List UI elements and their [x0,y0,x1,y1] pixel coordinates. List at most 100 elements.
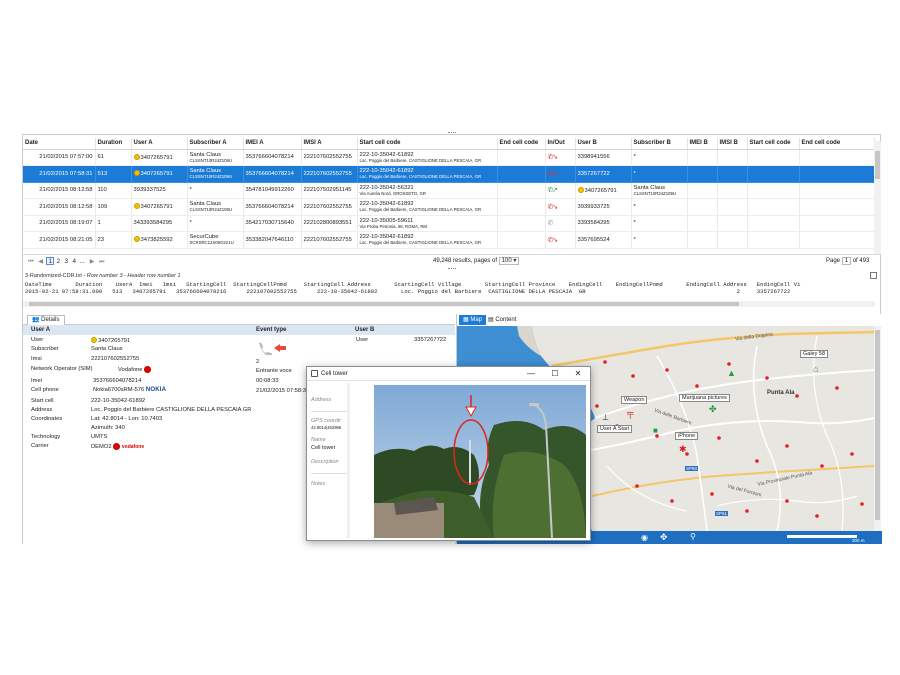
maximize-button[interactable]: ☐ [548,369,562,378]
raw-horizontal-scrollbar[interactable] [23,301,875,307]
table-row[interactable]: 21/02/2015 07:58:31 513 3407265791 Santa Cl… [23,165,875,183]
scale-label: 300 m [852,538,865,543]
page-number[interactable]: ... [78,258,86,266]
column-header[interactable]: In/Out [545,138,576,150]
first-page-icon[interactable]: ⏮ [27,258,35,266]
event-value-1: 2 [256,359,260,365]
field-label-address: Address [311,397,332,403]
tab-content[interactable]: ▤ Content [484,315,520,325]
cell-subscriber-b: * [631,165,688,183]
pin-house-icon[interactable]: ⌂ [813,364,818,374]
splitter-grip[interactable] [448,132,456,134]
cell-start-cell-b [747,165,800,183]
cell-end-cell [497,165,546,183]
page-size-select[interactable]: 100 ▾ [498,257,520,265]
cell-user-a: 343393584295 [131,215,188,232]
raw-record-title: 3-Randomized-CDR.txt - Row number 3 - He… [25,273,181,279]
eye-icon[interactable]: ◉ [641,533,648,542]
person-icon[interactable]: ✱ [679,444,687,455]
zoom-icon[interactable]: ⚲ [690,532,696,541]
splitter-grip-2[interactable] [448,268,456,270]
minimize-button[interactable]: — [524,369,538,378]
cell-subscriber-a: Santa Claus CLSSNT10R24Z109U [187,149,244,166]
cell-duration: 110 [95,182,132,199]
grid-vertical-scrollbar[interactable] [874,141,881,254]
cell-user-a: 3939337525 [131,182,188,199]
field-gps-value[interactable]: 42.8014|462985 [311,425,341,430]
vodafone-logo-icon [113,443,121,450]
cell-end-cell [497,215,546,232]
table-row[interactable]: 21/02/2015 08:21:05 23 3473825592 SecurCube… [23,231,875,249]
results-text: 49,248 results, pages of [433,258,498,264]
table-row[interactable]: 21/02/2015 08:12:58 110 3939337525 * 3547810… [23,182,875,199]
expand-icon[interactable] [870,272,877,279]
cell-imei-b [687,182,718,199]
column-header[interactable]: IMEI B [687,138,718,150]
grid-body: 21/02/2015 07:57:00 61 3407265791 Santa Cla… [23,149,875,249]
map-label-weapon[interactable]: Weapon [621,396,648,404]
page-of-text: of 493 [852,258,870,264]
cell-imei-b [687,149,718,166]
page-number[interactable]: 2 [54,258,62,266]
column-header[interactable]: Start cell code [357,138,498,150]
cell-imsi-a: 222107602552755 [301,165,358,183]
table-row[interactable]: 21/02/2015 08:12:58 109 3407265791 Santa Cl… [23,198,875,216]
detail-label: Imsi [31,356,42,362]
pin-green-icon[interactable]: ▲ [727,368,736,378]
map-label-iphone[interactable]: iPhone [675,432,699,440]
prev-page-icon[interactable]: ◀ [37,258,45,266]
cell-imsi-b [717,149,748,166]
detail-label: Network Operator (SIM) [31,366,93,372]
detail-label: User [31,337,44,343]
detail-label: Subscriber [31,346,59,352]
tab-map[interactable]: ▦ Map [459,315,487,325]
cell-duration: 23 [95,231,132,249]
column-header[interactable]: IMSI B [717,138,748,150]
next-page-icon[interactable]: ▶ [88,258,96,266]
car-icon[interactable]: ■ [653,426,658,435]
gun-icon[interactable]: ╤ [627,408,633,418]
leaf-icon[interactable]: ✤ [709,404,717,415]
map-label-galey[interactable]: Galey 58 [800,350,829,358]
pan-icon[interactable]: ✥ [660,532,668,543]
column-header[interactable]: End cell code [799,138,875,150]
field-name-value[interactable]: Cell tower [311,445,335,451]
cell-imei-a: 354217030715640 [243,215,302,232]
cell-imei-a: 354781049912260 [243,182,302,199]
map-label-user-a-start[interactable]: User A Start [597,425,633,433]
column-header[interactable]: IMSI A [301,138,358,150]
close-button[interactable]: ✕ [571,369,585,378]
cell-imsi-b [717,198,748,216]
map-label-marijuana[interactable]: Marijuana pictures [679,394,730,402]
detail-value: Azimuth: 340 [91,425,125,431]
cell-start-cell: 222-10-35042-61892 Loc. Poggio del Barbie… [357,231,498,249]
window-titlebar[interactable]: Cell tower — ☐ ✕ [307,367,590,381]
cell-duration: 1 [95,215,132,232]
column-header[interactable]: Start cell code [747,138,800,150]
column-header[interactable]: Subscriber B [631,138,688,150]
column-header[interactable]: Duration [95,138,132,150]
column-header[interactable]: End cell code [497,138,546,150]
sim-icon [133,153,140,160]
column-header[interactable]: Date [23,138,96,150]
field-description-line[interactable] [311,473,347,474]
page-number[interactable]: 4 [70,258,78,266]
column-header[interactable]: User A [131,138,188,150]
window-scrollbar[interactable] [347,383,350,538]
cell-date: 21/02/2015 07:58:31 [23,165,96,183]
column-header[interactable]: IMEI A [243,138,302,150]
column-header[interactable]: Subscriber A [187,138,244,150]
last-page-icon[interactable]: ⏭ [98,258,106,266]
table-row[interactable]: 21/02/2015 08:19:07 1 343393584295 * 3542170… [23,215,875,232]
page-number[interactable]: 3 [62,258,70,266]
cell-date: 21/02/2015 07:57:00 [23,149,96,166]
field-address-line[interactable] [311,411,347,412]
tab-details[interactable]: 👥 Details [27,315,65,325]
table-row[interactable]: 21/02/2015 07:57:00 61 3407265791 Santa Cla… [23,149,875,166]
page-input[interactable]: 1 [841,257,852,265]
column-header[interactable]: User B [575,138,632,150]
tower-icon[interactable]: ⊥ [602,413,609,422]
map-scrollbar[interactable] [874,326,881,531]
page-number[interactable]: 1 [46,257,55,265]
cell-start-cell: 222-10-35042-61892 Loc. Poggio del Barbie… [357,198,498,216]
